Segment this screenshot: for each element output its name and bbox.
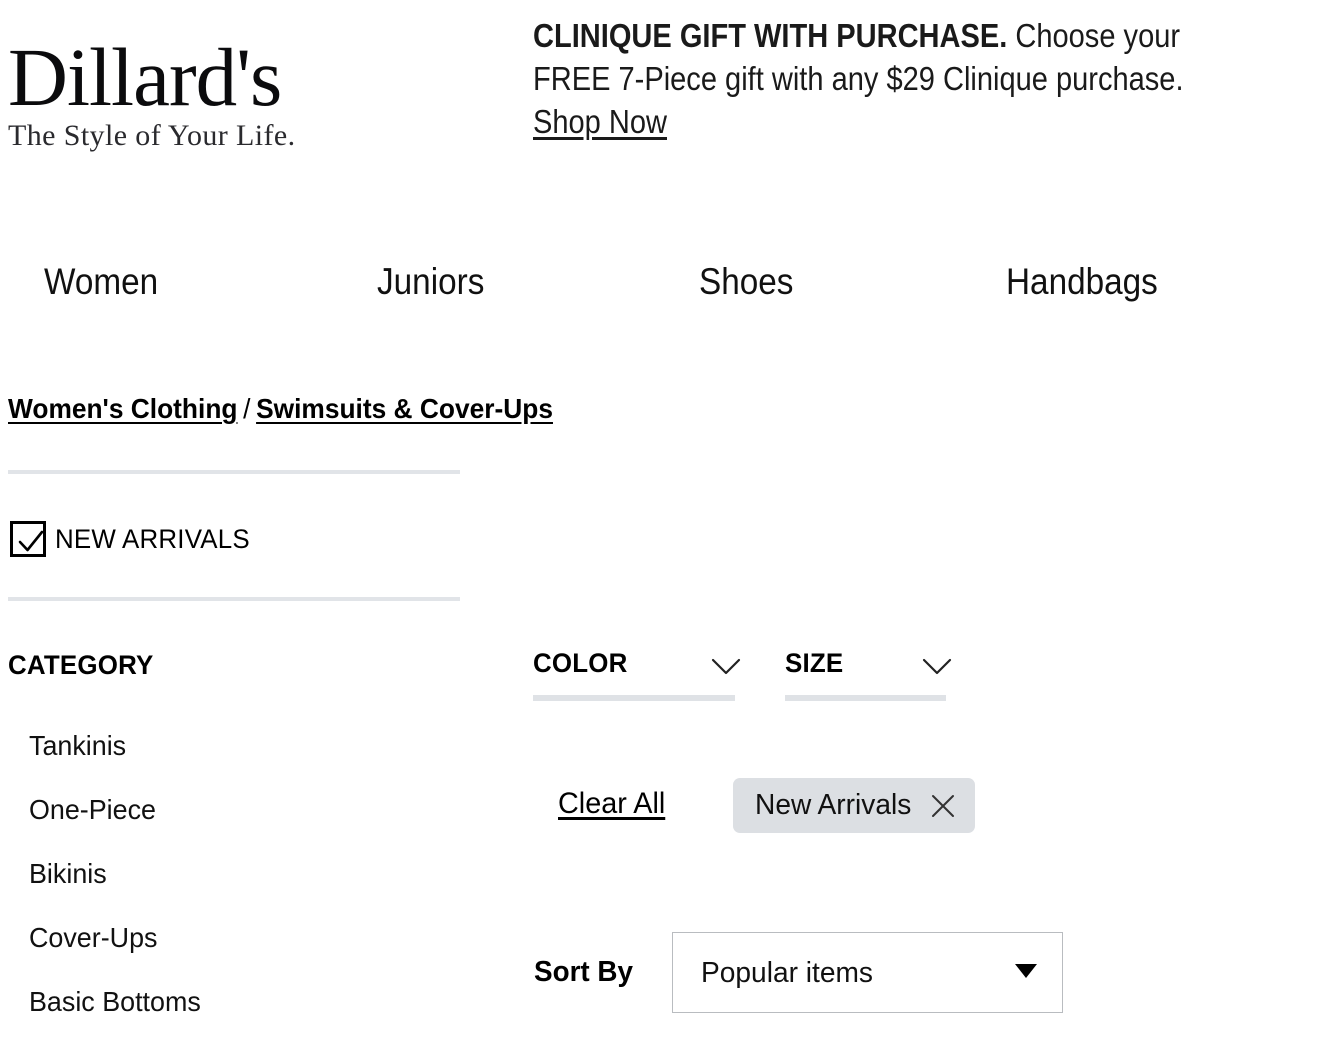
divider-below-new-arrivals	[8, 597, 460, 601]
nav-item-women[interactable]: Women	[44, 256, 158, 308]
new-arrivals-label: NEW ARRIVALS	[55, 524, 250, 554]
chevron-down-icon[interactable]	[921, 656, 953, 683]
nav-item-handbags[interactable]: Handbags	[1006, 256, 1158, 308]
category-list: Tankinis One-Piece Bikinis Cover-Ups Bas…	[29, 728, 429, 1048]
sort-by-select[interactable]: Popular items	[672, 932, 1063, 1013]
new-arrivals-checkbox[interactable]	[10, 521, 46, 557]
size-filter-label: SIZE	[785, 648, 844, 678]
site-logo[interactable]: Dillard's The Style of Your Life.	[8, 31, 508, 153]
promo-line-3: Shop Now	[533, 100, 1228, 143]
category-item-cover-ups[interactable]: Cover-Ups	[29, 920, 413, 955]
breadcrumb: Women's Clothing / Swimsuits & Cover-Ups	[8, 390, 553, 428]
promo-line-1: CLINIQUE GIFT WITH PURCHASE. Choose your	[533, 14, 1228, 57]
caret-down-icon[interactable]	[1015, 964, 1037, 978]
clear-all-link[interactable]: Clear All	[558, 784, 665, 824]
breadcrumb-link-womens-clothing[interactable]: Women's Clothing	[8, 393, 237, 424]
promo-banner: CLINIQUE GIFT WITH PURCHASE. Choose your…	[533, 14, 1228, 143]
color-filter-label: COLOR	[533, 648, 628, 678]
breadcrumb-separator: /	[243, 393, 251, 424]
nav-item-juniors[interactable]: Juniors	[377, 256, 484, 308]
color-filter-underline	[533, 695, 735, 701]
main-navigation: Women Juniors Shoes Handbags	[0, 256, 1330, 314]
divider-above-new-arrivals	[8, 470, 460, 474]
size-filter-dropdown[interactable]: SIZE	[785, 645, 952, 705]
close-icon[interactable]	[929, 792, 957, 820]
sort-by-selected-value: Popular items	[701, 957, 873, 989]
nav-item-shoes[interactable]: Shoes	[699, 256, 793, 308]
category-item-basic-bottoms[interactable]: Basic Bottoms	[29, 984, 413, 1019]
color-filter-dropdown[interactable]: COLOR	[533, 645, 741, 705]
category-item-bikinis[interactable]: Bikinis	[29, 856, 413, 891]
shop-now-link[interactable]: Shop Now	[533, 103, 667, 140]
promo-headline: CLINIQUE GIFT WITH PURCHASE.	[533, 17, 1008, 54]
active-filter-chip-new-arrivals[interactable]: New Arrivals	[733, 778, 976, 833]
category-item-tankinis[interactable]: Tankinis	[29, 728, 413, 763]
size-filter-underline	[785, 695, 946, 701]
category-heading: CATEGORY	[8, 650, 154, 680]
chip-label: New Arrivals	[755, 789, 912, 821]
promo-body-1: Choose your	[1007, 17, 1181, 54]
promo-line-2: FREE 7-Piece gift with any $29 Clinique …	[533, 60, 1184, 97]
new-arrivals-filter[interactable]: NEW ARRIVALS	[10, 521, 258, 557]
logo-tagline: The Style of Your Life.	[8, 118, 296, 152]
chevron-down-icon[interactable]	[710, 656, 742, 683]
logo-wordmark: Dillard's	[8, 31, 282, 123]
category-item-one-piece[interactable]: One-Piece	[29, 792, 413, 827]
breadcrumb-link-swimsuits-cover-ups[interactable]: Swimsuits & Cover-Ups	[256, 393, 553, 424]
checkmark-icon	[18, 530, 44, 552]
sort-by-label: Sort By	[534, 956, 634, 988]
